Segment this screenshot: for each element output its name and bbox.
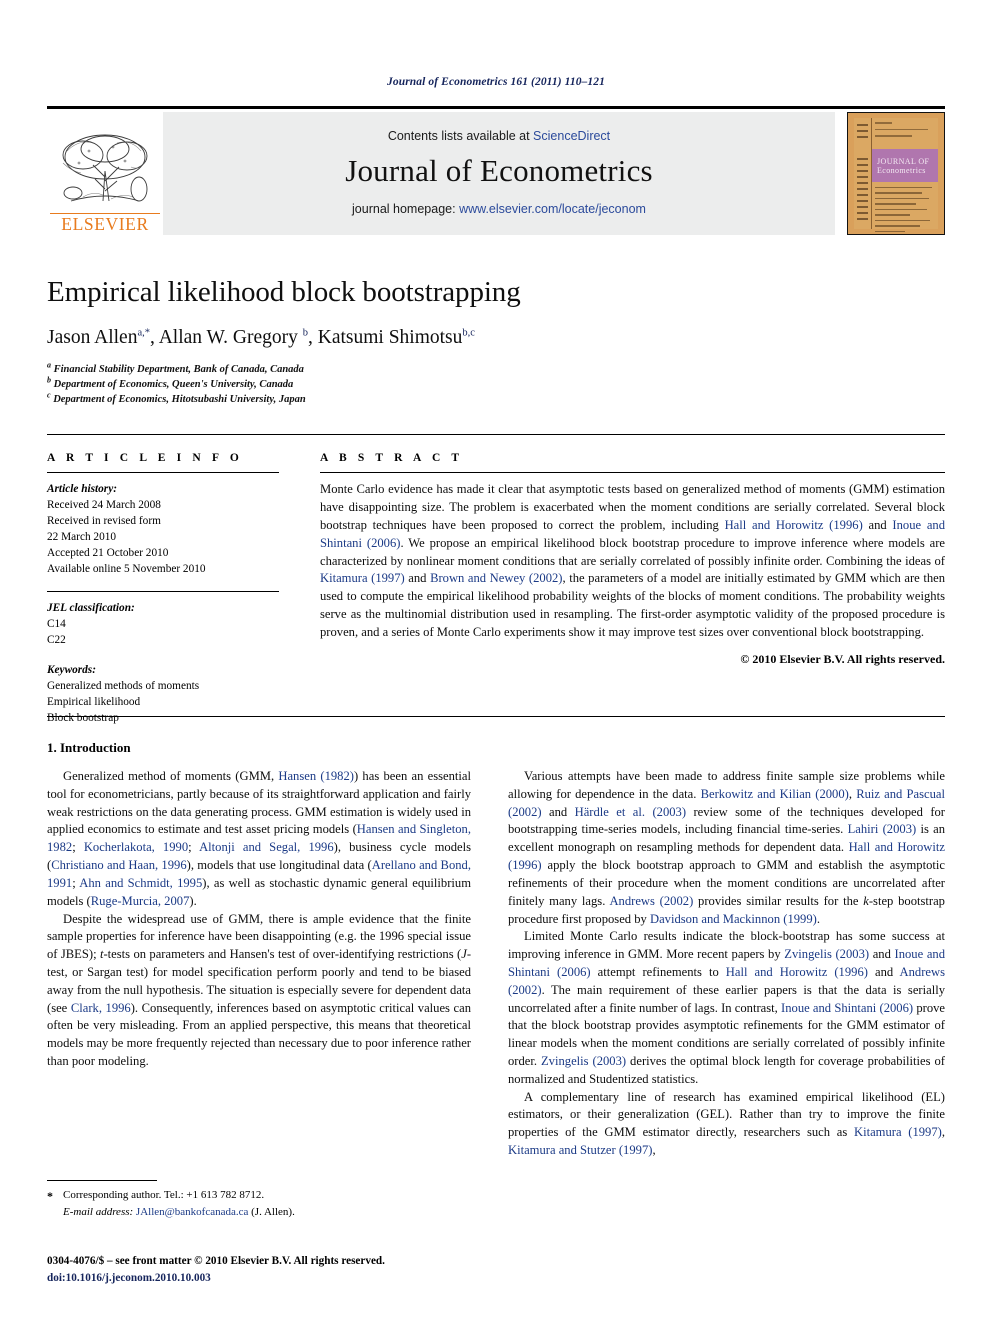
masthead-center: Contents lists available at ScienceDirec… [163,112,835,235]
journal-homepage-line: journal homepage: www.elsevier.com/locat… [352,202,646,216]
history-line-revised-date: 22 March 2010 [47,531,117,544]
email-link[interactable]: JAllen@bankofcanada.ca [136,1206,248,1218]
email-suffix: (J. Allen). [248,1206,295,1219]
affiliation-marker-c: c [47,390,51,400]
body-column-left: Generalized method of moments (GMM, Hans… [47,768,471,1071]
jel-code-1: C22 [47,634,66,647]
affiliation-marker-a: a [47,360,51,370]
imprint-block: 0304-4076/$ – see front matter © 2010 El… [47,1253,547,1287]
issn-front-matter-line: 0304-4076/$ – see front matter © 2010 El… [47,1255,385,1267]
footnote-rule [47,1180,157,1181]
cover-title-band: JOURNAL OF Econometrics [872,149,938,183]
email-row: E-mail address: JAllen@bankofcanada.ca (… [47,1205,471,1221]
paragraph-intro-3: Various attempts have been made to addre… [508,769,945,926]
email-row-spacer [47,1205,63,1221]
corresponding-author-marker: * [47,1189,53,1203]
affiliation-text-b: Department of Economics, Queen's Univers… [53,379,294,391]
sciencedirect-link[interactable]: ScienceDirect [533,129,610,143]
cover-contents-rules [875,186,934,233]
page-title: Empirical likelihood block bootstrapping [47,276,521,308]
abstract-text: Monte Carlo evidence has made it clear t… [320,482,946,639]
history-line-received: Received 24 March 2008 [47,499,161,512]
keywords-heading: Keywords: [47,664,96,677]
journal-homepage-link[interactable]: www.elsevier.com/locate/jeconom [459,202,646,216]
paper-page: Journal of Econometrics 161 (2011) 110–1… [0,0,992,1323]
history-line-online: Available online 5 November 2010 [47,563,206,576]
cover-title-line2: Econometrics [877,165,926,175]
affiliation-c: c Department of Economics, Hitotsubashi … [47,390,945,407]
abstract-column: A B S T R A C T Monte Carlo evidence has… [320,452,945,667]
contents-available-line: Contents lists available at ScienceDirec… [388,129,610,143]
article-info-column: A R T I C L E I N F O Article history: R… [47,452,279,736]
elsevier-logo: ELSEVIER [47,112,163,235]
cover-top-rules [875,122,934,144]
body-column-right: Various attempts have been made to addre… [508,768,945,1160]
article-history-heading: Article history: [47,483,117,495]
contents-prefix: Contents lists available at [387,129,534,144]
cover-spine [854,118,872,229]
keyword-0: Generalized methods of moments [47,680,200,693]
abstract-rule [320,472,945,473]
elsevier-wordmark: ELSEVIER [50,212,160,234]
homepage-prefix: journal homepage: [352,201,460,216]
corresponding-author-text: Corresponding author. Tel.: +1 613 782 8… [63,1189,265,1201]
journal-masthead: ELSEVIER Contents lists available at Sci… [47,106,945,235]
running-head: Journal of Econometrics 161 (2011) 110–1… [387,76,605,88]
history-line-revised: Received in revised form [47,515,161,528]
affiliation-a: a Financial Stability Department, Bank o… [47,360,945,377]
affiliation-text-c: Department of Economics, Hitotsubashi Un… [53,394,306,406]
abstract-copyright: © 2010 Elsevier B.V. All rights reserved… [740,651,945,666]
doi-line[interactable]: doi:10.1016/j.jeconom.2010.10.003 [47,1270,547,1287]
history-line-accepted: Accepted 21 October 2010 [47,547,169,560]
affiliation-text-a: Financial Stability Department, Bank of … [53,363,304,375]
jel-code-0: C14 [47,618,66,631]
jel-group: JEL classification: C14 C22 [47,600,279,648]
corresponding-author-row: * Corresponding author. Tel.: +1 613 782… [47,1188,471,1205]
affiliation-b: b Department of Economics, Queen's Unive… [47,375,945,392]
journal-title: Journal of Econometrics [345,153,653,189]
cover-title-line1: JOURNAL OF [877,156,930,166]
footnote-block: * Corresponding author. Tel.: +1 613 782… [47,1180,471,1221]
author-list: Jason Allena,*, Allan W. Gregory b, Kats… [47,327,475,349]
section-heading-introduction: 1. Introduction [47,740,131,755]
abstract-label: A B S T R A C T [320,452,464,464]
paragraph-intro-4: Limited Monte Carlo results indicate the… [508,929,946,1086]
email-line: E-mail address: JAllen@bankofcanada.ca (… [63,1205,295,1221]
paragraph-intro-5: A complementary line of research has exa… [508,1089,945,1158]
article-info-label: A R T I C L E I N F O [47,452,243,464]
info-band-top-rule [47,434,945,435]
article-info-rule [47,472,279,473]
email-label: E-mail address: [63,1206,134,1219]
affiliation-marker-b: b [47,375,51,385]
elsevier-tree-icon [62,134,148,202]
affiliation-list: a Financial Stability Department, Bank o… [47,360,945,408]
article-history-group: Article history: Received 24 March 2008 … [47,481,279,577]
jel-heading: JEL classification: [47,602,135,615]
paragraph-intro-2: Despite the widespread use of GMM, there… [47,911,472,1069]
footnote-text: * Corresponding author. Tel.: +1 613 782… [47,1188,471,1221]
keywords-group: Keywords: Generalized methods of moments… [47,662,279,726]
keyword-1: Empirical likelihood [47,696,141,709]
keyword-2: Block bootstrap [47,712,119,725]
title-block: Empirical likelihood block bootstrapping… [47,276,945,408]
jel-rule [47,591,279,593]
journal-cover-thumbnail: JOURNAL OF Econometrics [847,112,945,235]
paragraph-intro-1: Generalized method of moments (GMM, Hans… [47,769,472,908]
